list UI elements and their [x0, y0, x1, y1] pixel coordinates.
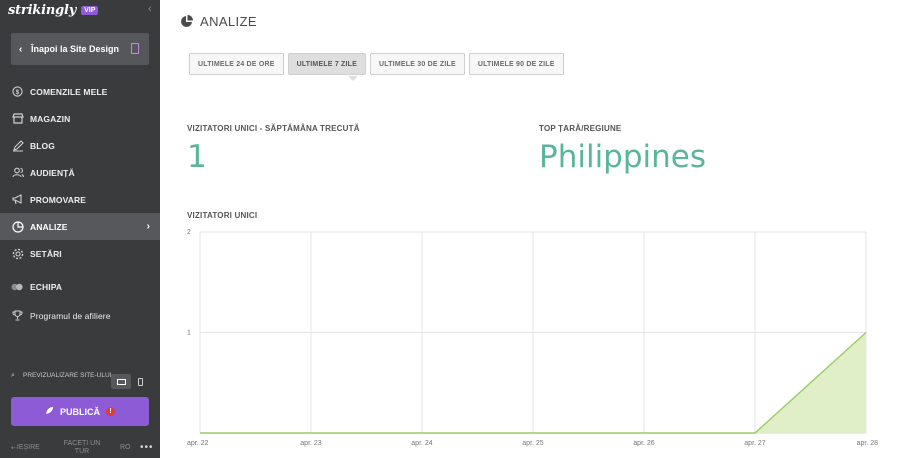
sidebar-footer: ⇠ IEȘIRE FACEȚI UN TUR RO ••• [0, 438, 160, 458]
publish-label: PUBLICĂ [60, 406, 100, 417]
back-button-label: Înapoi la Site Design [31, 44, 120, 54]
sidebar-item-audience[interactable]: AUDIENȚĂ [0, 159, 160, 186]
page-title: ANALIZE [180, 14, 257, 29]
more-options-icon[interactable]: ••• [140, 442, 154, 453]
x-tick-label: apr. 22 [187, 440, 209, 447]
sidebar-item-label: COMENZILE MELE [30, 86, 108, 97]
sidebar-item-label: ANALIZE [30, 221, 68, 232]
active-tab-pointer [347, 76, 358, 81]
chart-title: VIZITATORI UNICI [187, 211, 258, 220]
x-tick-label: apr. 24 [411, 440, 433, 447]
sidebar-item-affiliate[interactable]: Programul de afiliere [0, 302, 160, 329]
unique-visitors-chart: 1 2 apr. 22 apr. 23 apr. 24 apr. 25 apr. 26 apr… [187, 229, 879, 447]
tab-last-30-days[interactable]: ULTIMELE 30 DE ZILE [370, 53, 465, 75]
x-tick-label: apr. 23 [300, 440, 322, 447]
sidebar-item-settings[interactable]: SETĂRI [0, 240, 160, 267]
team-icon [11, 280, 24, 293]
pie-chart-icon [11, 220, 24, 233]
exit-label: IEȘIRE [16, 444, 40, 451]
top-country-label: TOP ȚARĂ/REGIUNE [539, 124, 622, 133]
gear-icon [11, 247, 24, 260]
brand[interactable]: strikingly VIP [8, 2, 99, 18]
rocket-icon [45, 406, 54, 417]
y-tick-label: 2 [187, 229, 191, 236]
users-icon [11, 166, 24, 179]
tab-last-24-hours[interactable]: ULTIMELE 24 DE ORE [189, 53, 284, 75]
mobile-icon [137, 377, 143, 386]
svg-text:$: $ [16, 89, 20, 96]
pen-icon [11, 139, 24, 152]
site-preview-label: PREVIZUALIZARE SITE-ULUI [23, 372, 112, 379]
publish-button[interactable]: PUBLICĂ ! [11, 397, 149, 426]
x-tick-label: apr. 27 [744, 440, 766, 447]
tab-last-7-days[interactable]: ULTIMELE 7 ZILE [287, 53, 367, 81]
chevron-right-icon: › [146, 221, 150, 232]
exit-link[interactable]: ⇠ IEȘIRE [11, 444, 40, 452]
sidebar-nav: $ COMENZILE MELE MAGAZIN BLOG AUDIENȚĂ P… [0, 78, 160, 329]
x-tick-label: apr. 25 [522, 440, 544, 447]
dollar-circle-icon: $ [11, 85, 24, 98]
x-tick-label: apr. 26 [633, 440, 655, 447]
tab-last-90-days[interactable]: ULTIMELE 90 DE ZILE [468, 53, 564, 75]
take-tour-link[interactable]: FACEȚI UN TUR [61, 440, 103, 456]
sidebar-item-team[interactable]: ECHIPA [0, 273, 160, 300]
sidebar-item-blog[interactable]: BLOG [0, 132, 160, 159]
sidebar-item-label: SETĂRI [30, 248, 62, 259]
language-selector[interactable]: RO [120, 444, 131, 451]
site-preview-row: ⌕ PREVIZUALIZARE SITE-ULUI [11, 372, 151, 392]
y-tick-label: 1 [187, 330, 191, 337]
tab-label: ULTIMELE 7 ZILE [296, 60, 358, 68]
store-icon [11, 112, 24, 125]
top-country-value: Philippines [539, 139, 707, 175]
brand-logo: strikingly [8, 2, 77, 18]
date-range-tabs: ULTIMELE 24 DE ORE ULTIMELE 7 ZILE ULTIM… [189, 53, 564, 81]
unique-visitors-label: VIZITATORI UNICI - SĂPTĂMÂNA TRECUTĂ [187, 124, 360, 133]
sidebar-item-promotion[interactable]: PROMOVARE [0, 186, 160, 213]
sidebar-item-label: Programul de afiliere [30, 310, 111, 321]
sidebar-item-orders[interactable]: $ COMENZILE MELE [0, 78, 160, 105]
megaphone-icon [11, 193, 24, 206]
page-title-text: ANALIZE [200, 14, 257, 29]
sidebar-item-label: AUDIENȚĂ [30, 167, 75, 178]
sidebar: strikingly VIP ‹ ‹ Înapoi la Site Design… [0, 0, 160, 458]
sidebar-item-label: BLOG [30, 140, 55, 151]
desktop-preview-button[interactable] [111, 374, 131, 389]
site-editor-icon [131, 43, 139, 54]
publish-alert-badge: ! [106, 407, 115, 416]
pie-chart-icon [180, 15, 193, 28]
sidebar-item-label: ECHIPA [30, 281, 63, 292]
sidebar-item-store[interactable]: MAGAZIN [0, 105, 160, 132]
search-icon: ⌕ [11, 372, 15, 379]
collapse-sidebar-icon[interactable]: ‹ [148, 3, 158, 15]
sidebar-item-label: MAGAZIN [30, 113, 71, 124]
back-to-site-design-button[interactable]: ‹ Înapoi la Site Design [11, 33, 149, 65]
desktop-icon [116, 378, 126, 385]
unique-visitors-value: 1 [187, 139, 207, 175]
unique-visitors-stat: VIZITATORI UNICI - SĂPTĂMÂNA TRECUTĂ 1 [187, 124, 360, 175]
vip-badge: VIP [81, 5, 99, 15]
sidebar-item-label: PROMOVARE [30, 194, 86, 205]
chevron-left-icon: ‹ [19, 43, 23, 55]
mobile-preview-button[interactable] [135, 374, 145, 389]
x-tick-label: apr. 28 [857, 440, 879, 447]
top-country-stat: TOP ȚARĂ/REGIUNE Philippines [539, 124, 706, 175]
sidebar-item-analytics[interactable]: ANALIZE › [0, 213, 160, 240]
main-content: ANALIZE ULTIMELE 24 DE ORE ULTIMELE 7 ZI… [160, 0, 901, 458]
trophy-icon [11, 309, 24, 322]
app-window: strikingly VIP ‹ ‹ Înapoi la Site Design… [0, 0, 901, 458]
